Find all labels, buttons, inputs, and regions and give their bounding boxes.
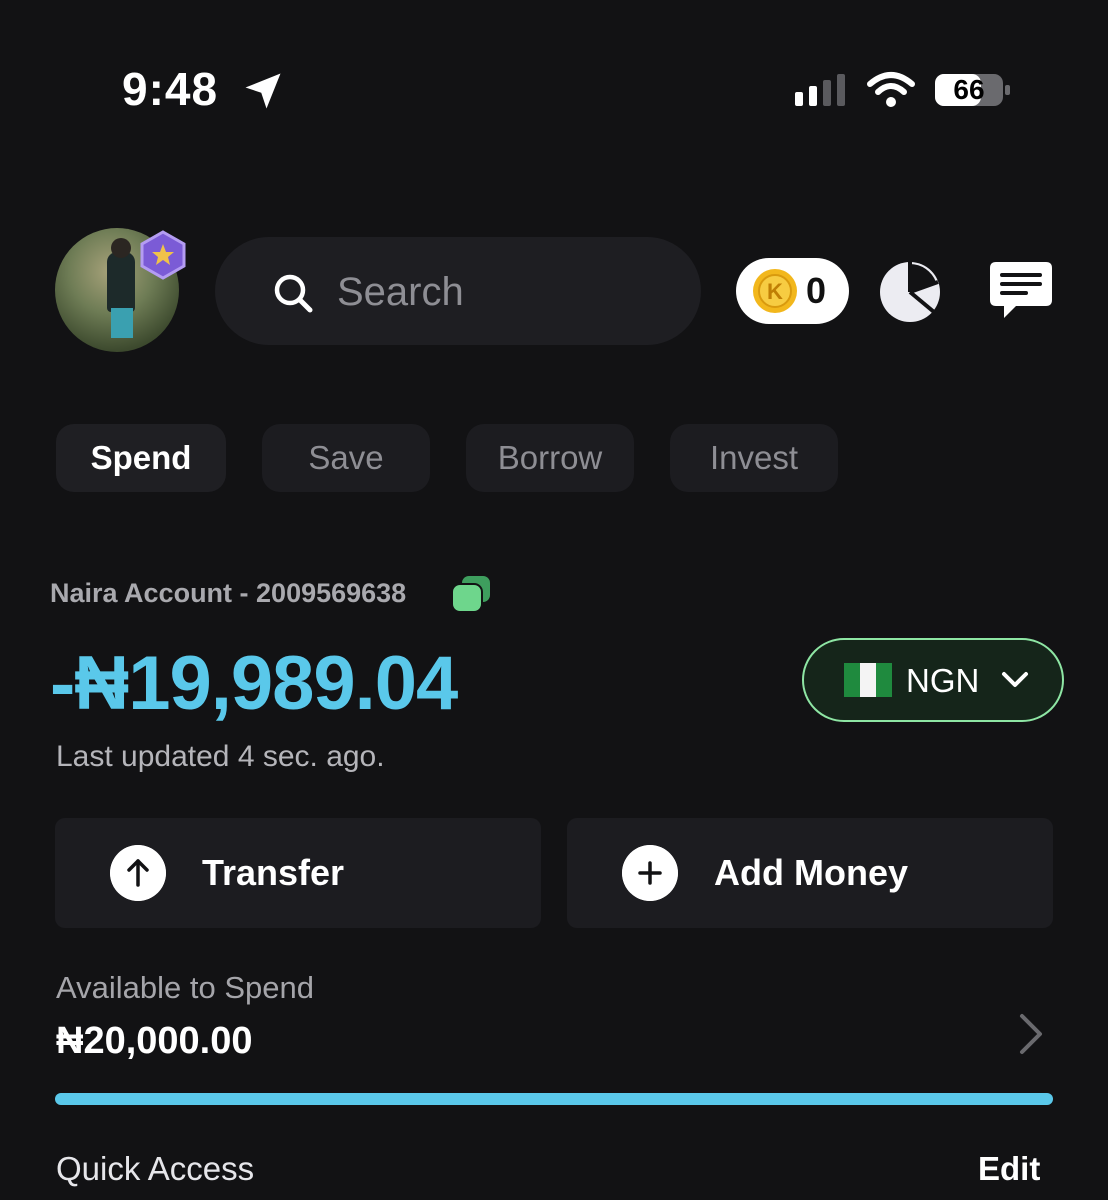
spend-progress-fill [55,1093,1053,1105]
arrow-up-icon [110,845,166,901]
chat-message-icon[interactable] [988,258,1054,324]
tab-spend[interactable]: Spend [56,424,226,492]
location-arrow-icon [245,73,281,109]
search-icon [274,274,313,313]
quick-access-title: Quick Access [56,1150,255,1187]
account-label: Naira Account - 2009569638 [50,578,407,608]
available-label: Available to Spend [56,970,314,1005]
tab-borrow[interactable]: Borrow [466,424,634,492]
plus-icon [622,845,678,901]
svg-text:K: K [767,279,783,304]
tab-invest[interactable]: Invest [670,424,838,492]
star-level-badge-icon [140,230,186,280]
pie-chart-icon[interactable] [878,260,942,324]
battery-percent: 66 [953,74,985,105]
edit-button[interactable]: Edit [978,1150,1040,1188]
cellular-signal-icon [795,74,845,106]
coin-count: 0 [806,270,827,311]
currency-code: NGN [906,662,980,699]
copy-icon[interactable] [450,574,492,614]
search-input[interactable]: Search [337,270,464,315]
status-time: 9:48 [122,63,219,115]
add-money-label: Add Money [714,852,908,893]
chevron-down-icon [1002,672,1028,687]
wifi-icon [867,72,915,107]
available-amount: ₦20,000.00 [56,1020,253,1062]
nigeria-flag-icon [844,663,892,697]
tab-save[interactable]: Save [262,424,430,492]
battery-indicator: 66 [934,70,1012,110]
coin-icon: K [753,269,797,313]
transfer-label: Transfer [202,852,345,893]
account-balance: -₦19,989.04 [50,641,458,726]
last-updated-text: Last updated 4 sec. ago. [56,740,385,773]
chevron-right-icon[interactable] [1016,1012,1046,1056]
